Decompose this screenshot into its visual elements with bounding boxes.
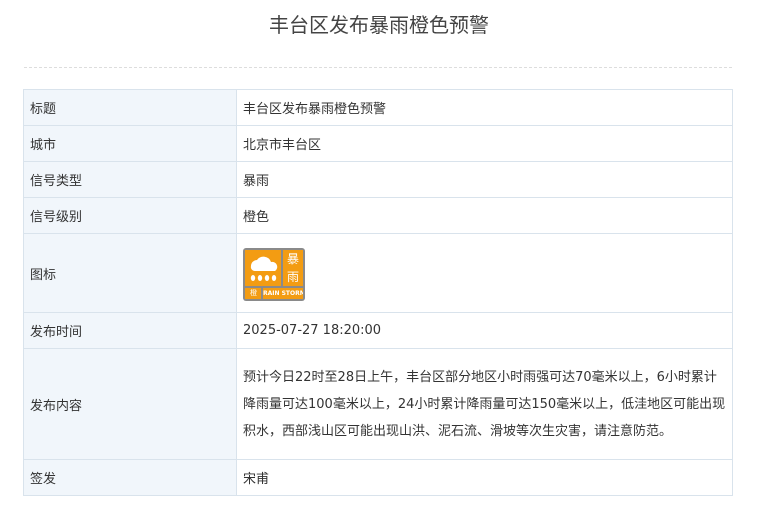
warning-info-table: 标题 丰台区发布暴雨橙色预警 城市 北京市丰台区 信号类型 暴雨 信号级别 橙色… (23, 89, 733, 496)
table-row: 城市 北京市丰台区 (23, 125, 733, 162)
row-value-icon: 暴 雨 橙 RAIN STORM (236, 233, 733, 313)
icon-char-bottom: 雨 (286, 269, 299, 284)
row-value-signal-level: 橙色 (236, 197, 733, 234)
page-title: 丰台区发布暴雨橙色预警 (269, 13, 489, 37)
row-value-content-cell: 预计今日22时至28日上午，丰台区部分地区小时雨强可达70毫米以上，6小时累计降… (236, 348, 733, 460)
row-label-signal-level: 信号级别 (23, 197, 237, 234)
row-label-signal-type: 信号类型 (23, 161, 237, 198)
row-value-title: 丰台区发布暴雨橙色预警 (236, 89, 733, 126)
table-row: 信号类型 暴雨 (23, 161, 733, 198)
rainstorm-orange-signal-icon: 暴 雨 橙 RAIN STORM (243, 247, 305, 301)
table-row: 信号级别 橙色 (23, 197, 733, 234)
icon-level-char: 橙 (250, 288, 257, 297)
row-value-content: 预计今日22时至28日上午，丰台区部分地区小时雨强可达70毫米以上，6小时累计降… (243, 370, 726, 439)
table-row: 发布时间 2025-07-27 18:20:00 (23, 312, 733, 349)
table-row: 发布内容 预计今日22时至28日上午，丰台区部分地区小时雨强可达70毫米以上，6… (23, 348, 733, 460)
row-label-content: 发布内容 (23, 348, 237, 460)
icon-caption: RAIN STORM (263, 289, 303, 297)
icon-char-top: 暴 (286, 251, 299, 266)
title-divider (24, 67, 732, 68)
table-row: 图标 暴 雨 橙 RAIN STORM (23, 233, 733, 313)
row-label-title: 标题 (23, 89, 237, 126)
row-value-signer: 宋甫 (236, 459, 733, 496)
row-label-icon: 图标 (23, 233, 237, 313)
row-value-city: 北京市丰台区 (236, 125, 733, 162)
row-label-city: 城市 (23, 125, 237, 162)
row-label-signer: 签发 (23, 459, 237, 496)
row-value-signal-type: 暴雨 (236, 161, 733, 198)
row-label-publish-time: 发布时间 (23, 312, 237, 349)
table-row: 标题 丰台区发布暴雨橙色预警 (23, 89, 733, 126)
row-value-publish-time: 2025-07-27 18:20:00 (236, 312, 733, 349)
table-row: 签发 宋甫 (23, 459, 733, 496)
